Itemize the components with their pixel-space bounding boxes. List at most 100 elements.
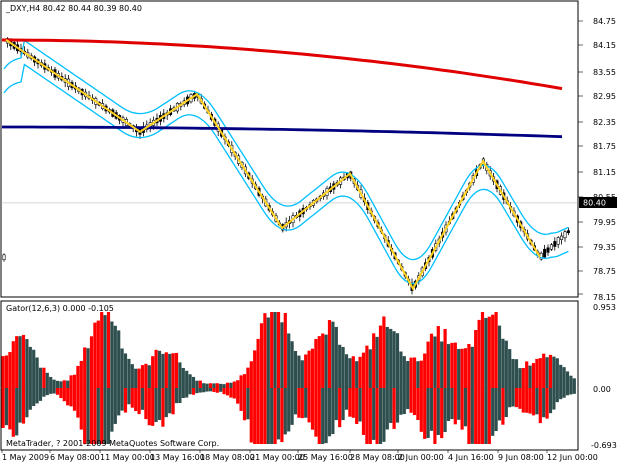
gator-upper-bar	[140, 365, 145, 388]
gator-upper-bar	[562, 367, 566, 388]
price-scale[interactable]: 84.75 84.15 83.55 82.95 82.35 81.75 81.1…	[593, 17, 616, 302]
gator-upper-bar	[559, 364, 563, 388]
gator-lower-bar	[66, 388, 70, 406]
gator-tick-label: 0.00	[593, 385, 611, 394]
price-tick-label: 79.95	[593, 218, 616, 227]
chart-canvas[interactable]: _DXY,H4 80.42 80.44 80.39 80.40 Gator(12…	[0, 0, 620, 465]
chart-window[interactable]: _DXY,H4 80.42 80.44 80.39 80.40 Gator(12…	[0, 0, 620, 465]
gator-upper-bar	[555, 358, 559, 388]
gator-lower-bar	[273, 388, 277, 444]
gator-lower-bar	[246, 388, 250, 420]
price-tick-label: 84.15	[593, 41, 616, 50]
gator-lower-bar	[83, 388, 87, 444]
gator-upper-bar	[86, 348, 90, 388]
gator-upper-bar	[263, 313, 267, 388]
time-tick-label: 9 Jun 08:00	[498, 453, 544, 462]
gator-upper-bar	[290, 341, 294, 388]
candle-body	[546, 247, 550, 253]
gator-lower-bar	[446, 388, 451, 421]
gator-upper-bar	[35, 357, 39, 388]
gator-lower-bar	[361, 388, 366, 435]
gator-upper-bar	[106, 312, 111, 388]
gator-lower-bar	[164, 388, 168, 418]
gator-lower-bar	[198, 388, 202, 393]
gator-lower-bar	[480, 388, 485, 444]
gator-lower-bar	[443, 388, 447, 432]
gator-lower-bar	[270, 388, 274, 444]
gator-lower-bar	[236, 388, 240, 404]
gator-upper-bar	[79, 360, 83, 388]
gator-upper-bar	[429, 333, 434, 388]
gator-lower-bar	[423, 388, 427, 439]
gator-upper-bar	[552, 356, 556, 388]
gator-lower-bar	[52, 388, 56, 394]
gator-lower-bar	[76, 388, 80, 418]
gator-lower-bar	[338, 388, 342, 428]
gator-upper-bar	[565, 371, 570, 388]
gator-upper-bar	[314, 339, 318, 388]
price-panel[interactable]	[0, 0, 579, 298]
gator-lower-bar	[419, 388, 423, 432]
gator-upper-bar	[436, 326, 440, 388]
gator-upper-bar	[1, 356, 5, 388]
gator-upper-bar	[28, 346, 32, 388]
price-panel-header: _DXY,H4 80.42 80.44 80.39 80.40	[5, 4, 142, 13]
gator-upper-bar	[181, 367, 185, 388]
gator-lower-bar	[127, 388, 131, 405]
gator-lower-bar	[552, 388, 556, 410]
gator-lower-bar	[304, 388, 308, 418]
gator-upper-bar	[402, 356, 406, 388]
gator-upper-bar	[83, 347, 87, 388]
gator-scale[interactable]: 0.953 0.00 -0.693	[591, 303, 617, 450]
gator-lower-bar	[409, 388, 413, 413]
price-tick-label: 82.35	[593, 118, 616, 127]
gator-lower-bar	[242, 388, 247, 421]
gator-lower-bar	[565, 388, 570, 396]
gator-lower-bar	[372, 388, 376, 440]
gator-lower-bar	[239, 388, 243, 411]
gator-lower-bar	[375, 388, 379, 444]
gator-upper-bar	[542, 353, 546, 388]
gator-upper-bar	[52, 379, 56, 388]
gator-tick-label: -0.693	[591, 441, 617, 450]
time-tick-label: 25 May 16:00	[298, 453, 353, 462]
gator-lower-bar	[358, 388, 362, 422]
gator-lower-bar	[389, 388, 393, 423]
gator-upper-bar	[460, 348, 464, 388]
gator-lower-bar	[38, 388, 43, 401]
gator-lower-bar	[157, 388, 162, 420]
gator-lower-bar	[457, 388, 461, 420]
gator-lower-bar	[548, 388, 553, 414]
time-axis[interactable]: 1 May 2009 6 May 08:00 11 May 00:00 13 M…	[2, 453, 598, 462]
gator-upper-bar	[147, 365, 151, 388]
gator-lower-bar	[123, 388, 128, 413]
gator-lower-bar	[399, 388, 403, 415]
gator-upper-bar	[385, 326, 389, 388]
gator-lower-bar	[229, 388, 233, 398]
gator-upper-bar	[236, 380, 240, 388]
gator-lower-bar	[110, 388, 114, 432]
gator-lower-bar	[525, 388, 529, 413]
gator-lower-bar	[327, 388, 332, 437]
gator-upper-bar	[501, 338, 505, 388]
gator-lower-bar	[120, 388, 124, 411]
gator-lower-bar	[531, 388, 536, 416]
gator-upper-bar	[293, 350, 298, 388]
gator-upper-bar	[69, 375, 73, 388]
gator-lower-bar	[491, 388, 495, 436]
gator-lower-bar	[185, 388, 189, 398]
gator-upper-bar	[511, 359, 515, 388]
gator-lower-bar	[528, 388, 532, 414]
gator-upper-bar	[463, 348, 468, 388]
gator-lower-bar	[351, 388, 355, 418]
gator-upper-bar	[443, 328, 447, 388]
gator-lower-bar	[504, 388, 508, 418]
gator-upper-bar	[419, 360, 423, 388]
gator-upper-bar	[504, 340, 508, 388]
gator-lower-bar	[293, 388, 298, 415]
time-tick-label: 11 May 00:00	[100, 453, 155, 462]
gator-upper-bar	[229, 382, 233, 388]
gator-lower-bar	[460, 388, 464, 430]
gator-upper-bar	[25, 339, 29, 388]
gator-upper-bar	[358, 356, 362, 388]
